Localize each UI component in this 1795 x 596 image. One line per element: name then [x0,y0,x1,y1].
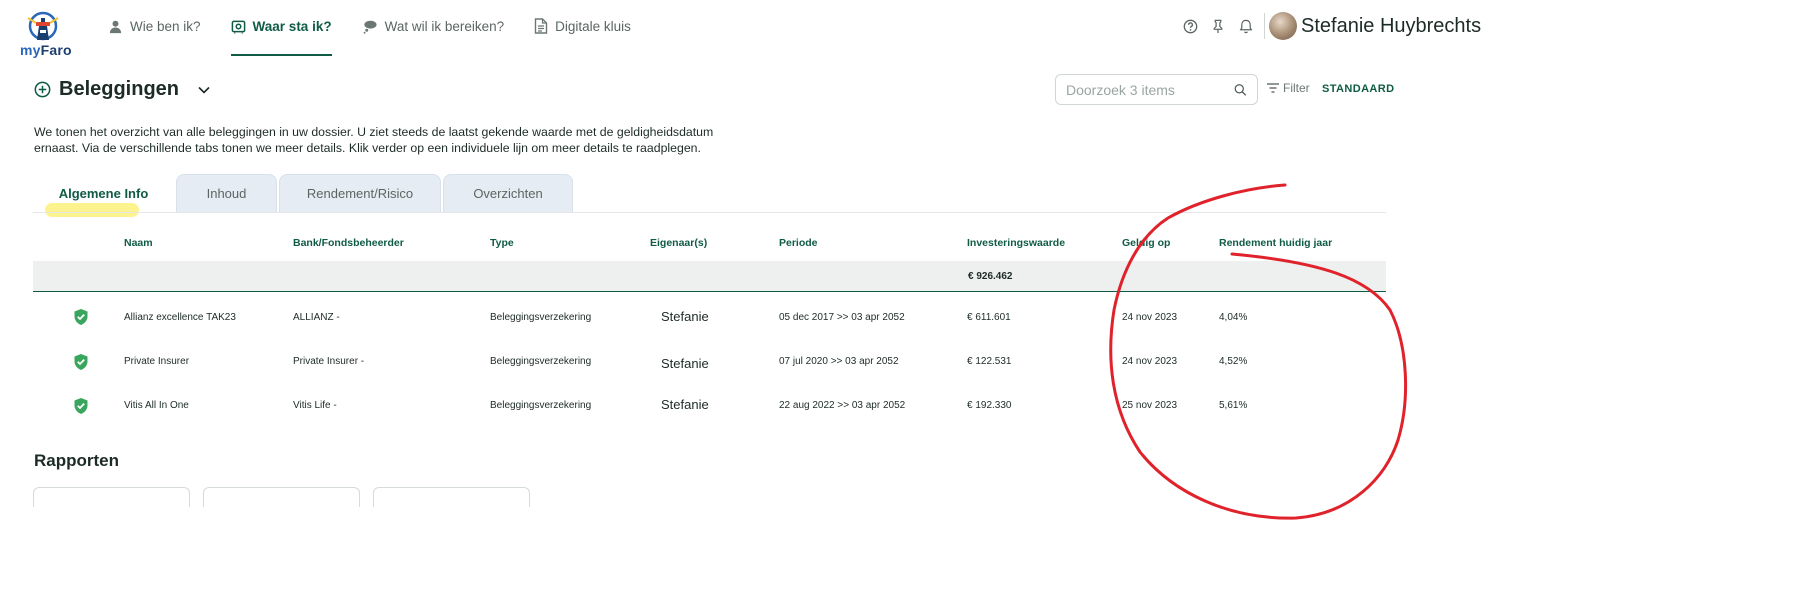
cell-periode: 05 dec 2017 >> 03 apr 2052 [779,312,905,323]
table-total-row: € 926.462 [33,261,1386,292]
col-header-periode[interactable]: Periode [779,237,818,249]
nav-item-waar-sta-ik[interactable]: Waar sta ik? [230,0,332,56]
tab-inhoud[interactable]: Inhoud [176,174,277,212]
cell-investeringswaarde: € 192.330 [967,400,1012,411]
nav-label: Digitale kluis [555,18,631,34]
table-row[interactable]: Private Insurer Private Insurer - Belegg… [33,339,1386,383]
nav-item-wat-wil-ik-bereiken[interactable]: Wat wil ik bereiken? [362,0,505,52]
cell-eigenaar: Stefanie [661,397,709,412]
shield-check-icon [74,398,88,414]
nav-label: Wat wil ik bereiken? [384,18,505,34]
cell-rendement: 4,04% [1219,312,1248,323]
shield-check-icon [74,354,88,370]
report-card[interactable] [33,487,190,507]
cell-rendement: 5,61% [1219,400,1248,411]
total-investeringswaarde: € 926.462 [968,271,1013,282]
col-header-geldig-op[interactable]: Geldig op [1122,237,1170,249]
col-header-naam[interactable]: Naam [124,237,153,249]
col-header-bank[interactable]: Bank/Fondsbeheerder [293,237,404,249]
document-icon [534,18,548,34]
cell-geldig-op: 25 nov 2023 [1122,400,1178,411]
cell-naam: Allianz excellence TAK23 [124,312,236,323]
cell-investeringswaarde: € 122.531 [967,356,1012,367]
tab-overzichten[interactable]: Overzichten [443,174,573,212]
nav-label: Waar sta ik? [252,18,332,34]
search-box [1055,74,1258,105]
table-row[interactable]: Allianz excellence TAK23 ALLIANZ - Beleg… [33,295,1386,339]
table-row[interactable]: Vitis All In One Vitis Life - Beleggings… [33,383,1386,427]
bell-icon[interactable] [1232,12,1260,40]
report-card[interactable] [203,487,360,507]
cell-bank: Vitis Life - [293,400,337,411]
cell-geldig-op: 24 nov 2023 [1122,356,1178,367]
add-circle-icon[interactable] [34,81,51,98]
tab-algemene-info[interactable]: Algemene Info [33,174,174,212]
avatar[interactable] [1269,12,1297,40]
help-icon[interactable] [1176,12,1204,40]
search-input[interactable] [1066,81,1226,98]
filter-label: Filter [1283,81,1310,95]
cell-investeringswaarde: € 611.601 [967,312,1011,323]
tabs-divider [33,212,1386,213]
nav-item-wie-ben-ik[interactable]: Wie ben ik? [108,0,201,52]
cell-periode: 22 aug 2022 >> 03 apr 2052 [779,400,906,411]
shield-check-icon [74,309,88,325]
cell-rendement: 4,52% [1219,356,1248,367]
section-header: Beleggingen [34,78,215,101]
main-nav: Wie ben ik? Waar sta ik? Wat wil ik bere… [108,0,661,56]
cell-eigenaar: Stefanie [661,309,709,324]
standaard-button[interactable]: STANDAARD [1322,83,1394,95]
user-area: Stefanie Huybrechts [1176,10,1481,42]
separator [1264,13,1265,39]
chevron-down-icon[interactable] [193,82,215,98]
cell-type: Beleggingsverzekering [490,400,592,411]
col-header-type[interactable]: Type [490,237,514,249]
reports-title: Rapporten [34,451,119,470]
thought-bubble-icon [363,20,377,34]
page-title: Beleggingen [59,78,180,100]
nav-item-digitale-kluis[interactable]: Digitale kluis [534,0,631,52]
safe-icon [231,20,245,34]
report-card[interactable] [373,487,530,507]
cell-type: Beleggingsverzekering [490,312,592,323]
filter-button[interactable]: Filter [1266,81,1310,95]
section-description: We tonen het overzicht van alle beleggin… [34,125,714,155]
cell-naam: Private Insurer [124,356,190,367]
filter-icon [1267,83,1279,93]
person-icon [109,20,122,33]
col-header-eigenaar[interactable]: Eigenaar(s) [650,237,707,249]
nav-label: Wie ben ik? [130,18,201,34]
cell-geldig-op: 24 nov 2023 [1122,312,1178,323]
cell-type: Beleggingsverzekering [490,356,592,367]
cell-periode: 07 jul 2020 >> 03 apr 2052 [779,356,899,367]
search-icon[interactable] [1234,82,1247,98]
cell-bank: ALLIANZ - [293,312,340,323]
col-header-investeringswaarde[interactable]: Investeringswaarde [967,237,1065,249]
cell-naam: Vitis All In One [124,400,189,411]
tab-rendement-risico[interactable]: Rendement/Risico [279,174,441,212]
pin-icon[interactable] [1204,12,1232,40]
user-name[interactable]: Stefanie Huybrechts [1301,15,1481,38]
table-header: Naam Bank/Fondsbeheerder Type Eigenaar(s… [33,233,1386,253]
logo-text: myFaro [20,42,72,58]
cell-eigenaar: Stefanie [661,356,709,371]
cell-bank: Private Insurer - [293,356,365,367]
tab-bar: Algemene Info Inhoud Rendement/Risico Ov… [33,174,575,212]
col-header-rendement[interactable]: Rendement huidig jaar [1219,237,1332,249]
